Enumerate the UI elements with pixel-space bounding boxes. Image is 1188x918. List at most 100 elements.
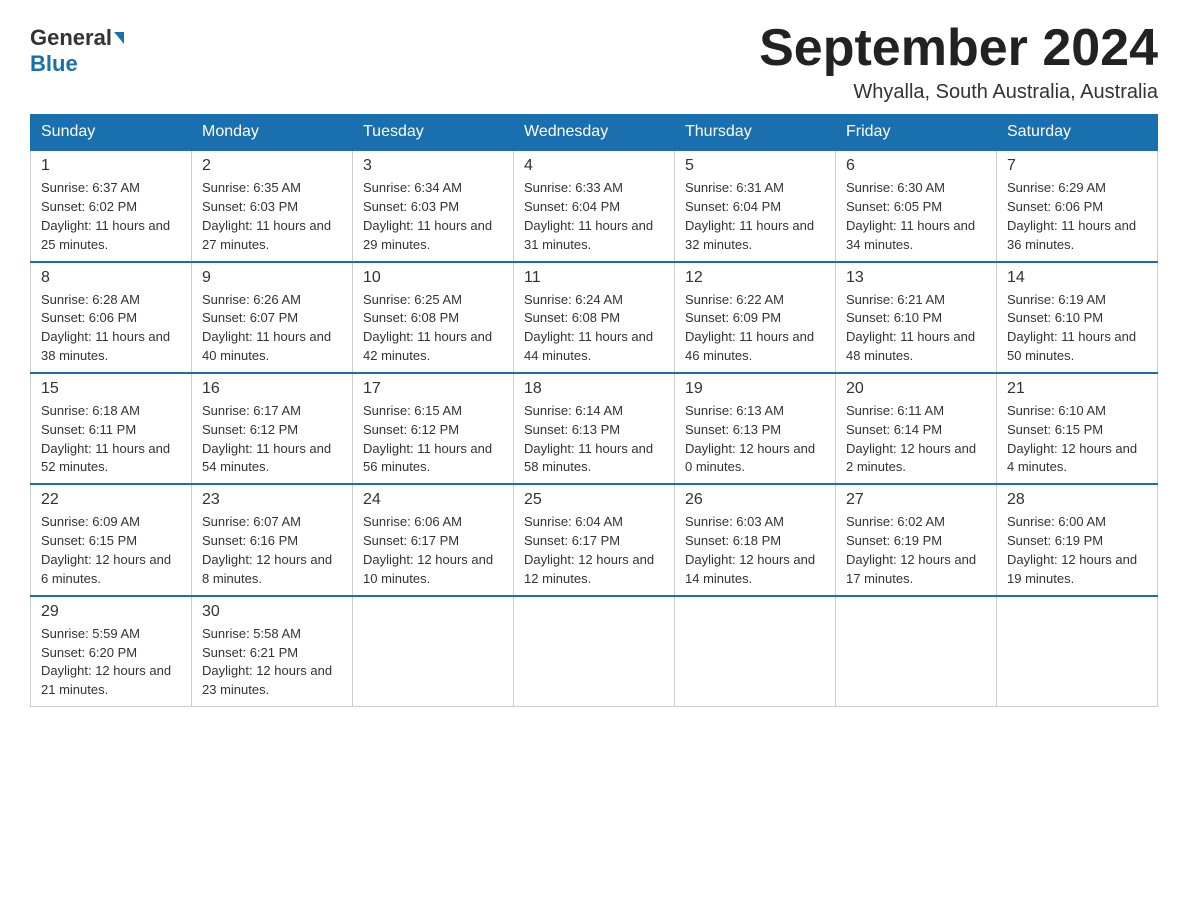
day-info: Sunrise: 6:18 AMSunset: 6:11 PMDaylight:… xyxy=(41,402,181,477)
calendar-cell: 29Sunrise: 5:59 AMSunset: 6:20 PMDayligh… xyxy=(31,596,192,707)
day-info: Sunrise: 6:11 AMSunset: 6:14 PMDaylight:… xyxy=(846,402,986,477)
day-info: Sunrise: 6:33 AMSunset: 6:04 PMDaylight:… xyxy=(524,179,664,254)
calendar-cell xyxy=(514,596,675,707)
day-number: 4 xyxy=(524,157,664,175)
calendar-cell: 3 Sunrise: 6:34 AMSunset: 6:03 PMDaylight… xyxy=(353,150,514,261)
calendar-cell: 11Sunrise: 6:24 AMSunset: 6:08 PMDayligh… xyxy=(514,262,675,373)
logo-general-text: General xyxy=(30,25,112,51)
day-number: 2 xyxy=(202,157,342,175)
day-info: Sunrise: 6:22 AMSunset: 6:09 PMDaylight:… xyxy=(685,291,825,366)
calendar-cell: 14 Sunrise: 6:19 AMSunset: 6:10 PMDayligh… xyxy=(997,262,1158,373)
calendar-cell: 18 Sunrise: 6:14 AMSunset: 6:13 PMDayligh… xyxy=(514,373,675,484)
calendar-cell: 24 Sunrise: 6:06 AMSunset: 6:17 PMDayligh… xyxy=(353,484,514,595)
calendar-week-row-2: 8 Sunrise: 6:28 AMSunset: 6:06 PMDaylight… xyxy=(31,262,1158,373)
day-number: 9 xyxy=(202,269,342,287)
calendar-cell: 15 Sunrise: 6:18 AMSunset: 6:11 PMDayligh… xyxy=(31,373,192,484)
calendar-header-tuesday: Tuesday xyxy=(353,115,514,151)
day-number: 26 xyxy=(685,491,825,509)
day-number: 28 xyxy=(1007,491,1147,509)
calendar-cell: 2 Sunrise: 6:35 AMSunset: 6:03 PMDaylight… xyxy=(192,150,353,261)
calendar-cell: 1 Sunrise: 6:37 AMSunset: 6:02 PMDaylight… xyxy=(31,150,192,261)
day-info: Sunrise: 6:06 AMSunset: 6:17 PMDaylight:… xyxy=(363,513,503,588)
calendar-cell: 23 Sunrise: 6:07 AMSunset: 6:16 PMDayligh… xyxy=(192,484,353,595)
day-number: 23 xyxy=(202,491,342,509)
calendar-header-sunday: Sunday xyxy=(31,115,192,151)
calendar-cell: 4 Sunrise: 6:33 AMSunset: 6:04 PMDaylight… xyxy=(514,150,675,261)
day-info: Sunrise: 6:30 AMSunset: 6:05 PMDaylight:… xyxy=(846,179,986,254)
calendar-cell: 20Sunrise: 6:11 AMSunset: 6:14 PMDayligh… xyxy=(836,373,997,484)
day-info: Sunrise: 6:03 AMSunset: 6:18 PMDaylight:… xyxy=(685,513,825,588)
calendar-cell: 6Sunrise: 6:30 AMSunset: 6:05 PMDaylight… xyxy=(836,150,997,261)
calendar-cell: 25Sunrise: 6:04 AMSunset: 6:17 PMDayligh… xyxy=(514,484,675,595)
day-number: 3 xyxy=(363,157,503,175)
calendar-cell: 8 Sunrise: 6:28 AMSunset: 6:06 PMDaylight… xyxy=(31,262,192,373)
calendar-cell: 16 Sunrise: 6:17 AMSunset: 6:12 PMDayligh… xyxy=(192,373,353,484)
calendar-header-saturday: Saturday xyxy=(997,115,1158,151)
calendar-cell: 10Sunrise: 6:25 AMSunset: 6:08 PMDayligh… xyxy=(353,262,514,373)
day-info: Sunrise: 5:58 AMSunset: 6:21 PMDaylight:… xyxy=(202,625,342,700)
day-info: Sunrise: 6:09 AMSunset: 6:15 PMDaylight:… xyxy=(41,513,181,588)
day-number: 18 xyxy=(524,380,664,398)
logo-arrow-icon xyxy=(114,32,124,44)
day-number: 22 xyxy=(41,491,181,509)
page-header: General Blue September 2024 Whyalla, Sou… xyxy=(30,20,1158,104)
calendar-cell: 22 Sunrise: 6:09 AMSunset: 6:15 PMDayligh… xyxy=(31,484,192,595)
calendar-cell: 12 Sunrise: 6:22 AMSunset: 6:09 PMDayligh… xyxy=(675,262,836,373)
day-number: 15 xyxy=(41,380,181,398)
day-info: Sunrise: 6:29 AMSunset: 6:06 PMDaylight:… xyxy=(1007,179,1147,254)
calendar-table: SundayMondayTuesdayWednesdayThursdayFrid… xyxy=(30,114,1158,707)
calendar-cell xyxy=(675,596,836,707)
day-info: Sunrise: 6:34 AMSunset: 6:03 PMDaylight:… xyxy=(363,179,503,254)
calendar-cell: 5 Sunrise: 6:31 AMSunset: 6:04 PMDaylight… xyxy=(675,150,836,261)
day-info: Sunrise: 6:15 AMSunset: 6:12 PMDaylight:… xyxy=(363,402,503,477)
calendar-cell: 9Sunrise: 6:26 AMSunset: 6:07 PMDaylight… xyxy=(192,262,353,373)
calendar-week-row-3: 15 Sunrise: 6:18 AMSunset: 6:11 PMDayligh… xyxy=(31,373,1158,484)
day-info: Sunrise: 6:14 AMSunset: 6:13 PMDaylight:… xyxy=(524,402,664,477)
day-number: 24 xyxy=(363,491,503,509)
calendar-header-monday: Monday xyxy=(192,115,353,151)
day-number: 1 xyxy=(41,157,181,175)
day-info: Sunrise: 6:00 AMSunset: 6:19 PMDaylight:… xyxy=(1007,513,1147,588)
day-info: Sunrise: 6:25 AMSunset: 6:08 PMDaylight:… xyxy=(363,291,503,366)
calendar-week-row-4: 22 Sunrise: 6:09 AMSunset: 6:15 PMDayligh… xyxy=(31,484,1158,595)
day-info: Sunrise: 6:35 AMSunset: 6:03 PMDaylight:… xyxy=(202,179,342,254)
day-info: Sunrise: 6:37 AMSunset: 6:02 PMDaylight:… xyxy=(41,179,181,254)
day-info: Sunrise: 6:31 AMSunset: 6:04 PMDaylight:… xyxy=(685,179,825,254)
day-number: 27 xyxy=(846,491,986,509)
day-info: Sunrise: 6:21 AMSunset: 6:10 PMDaylight:… xyxy=(846,291,986,366)
day-number: 14 xyxy=(1007,269,1147,287)
location-subtitle: Whyalla, South Australia, Australia xyxy=(759,81,1158,104)
day-info: Sunrise: 6:19 AMSunset: 6:10 PMDaylight:… xyxy=(1007,291,1147,366)
day-number: 16 xyxy=(202,380,342,398)
calendar-cell: 30 Sunrise: 5:58 AMSunset: 6:21 PMDayligh… xyxy=(192,596,353,707)
calendar-header-wednesday: Wednesday xyxy=(514,115,675,151)
calendar-cell: 17Sunrise: 6:15 AMSunset: 6:12 PMDayligh… xyxy=(353,373,514,484)
calendar-week-row-5: 29Sunrise: 5:59 AMSunset: 6:20 PMDayligh… xyxy=(31,596,1158,707)
day-info: Sunrise: 6:17 AMSunset: 6:12 PMDaylight:… xyxy=(202,402,342,477)
day-info: Sunrise: 6:04 AMSunset: 6:17 PMDaylight:… xyxy=(524,513,664,588)
day-number: 21 xyxy=(1007,380,1147,398)
calendar-header-friday: Friday xyxy=(836,115,997,151)
day-info: Sunrise: 6:02 AMSunset: 6:19 PMDaylight:… xyxy=(846,513,986,588)
calendar-cell: 28 Sunrise: 6:00 AMSunset: 6:19 PMDayligh… xyxy=(997,484,1158,595)
day-number: 8 xyxy=(41,269,181,287)
day-number: 7 xyxy=(1007,157,1147,175)
calendar-cell: 19Sunrise: 6:13 AMSunset: 6:13 PMDayligh… xyxy=(675,373,836,484)
calendar-cell xyxy=(997,596,1158,707)
day-number: 13 xyxy=(846,269,986,287)
day-number: 12 xyxy=(685,269,825,287)
day-number: 29 xyxy=(41,603,181,621)
day-info: Sunrise: 6:28 AMSunset: 6:06 PMDaylight:… xyxy=(41,291,181,366)
day-info: Sunrise: 6:10 AMSunset: 6:15 PMDaylight:… xyxy=(1007,402,1147,477)
calendar-header-row: SundayMondayTuesdayWednesdayThursdayFrid… xyxy=(31,115,1158,151)
day-info: Sunrise: 6:07 AMSunset: 6:16 PMDaylight:… xyxy=(202,513,342,588)
calendar-cell: 27 Sunrise: 6:02 AMSunset: 6:19 PMDayligh… xyxy=(836,484,997,595)
day-number: 19 xyxy=(685,380,825,398)
logo-blue-text: Blue xyxy=(30,51,78,76)
logo: General Blue xyxy=(30,25,126,77)
calendar-cell: 26 Sunrise: 6:03 AMSunset: 6:18 PMDayligh… xyxy=(675,484,836,595)
calendar-cell xyxy=(836,596,997,707)
day-number: 5 xyxy=(685,157,825,175)
day-number: 30 xyxy=(202,603,342,621)
month-title: September 2024 xyxy=(759,20,1158,77)
